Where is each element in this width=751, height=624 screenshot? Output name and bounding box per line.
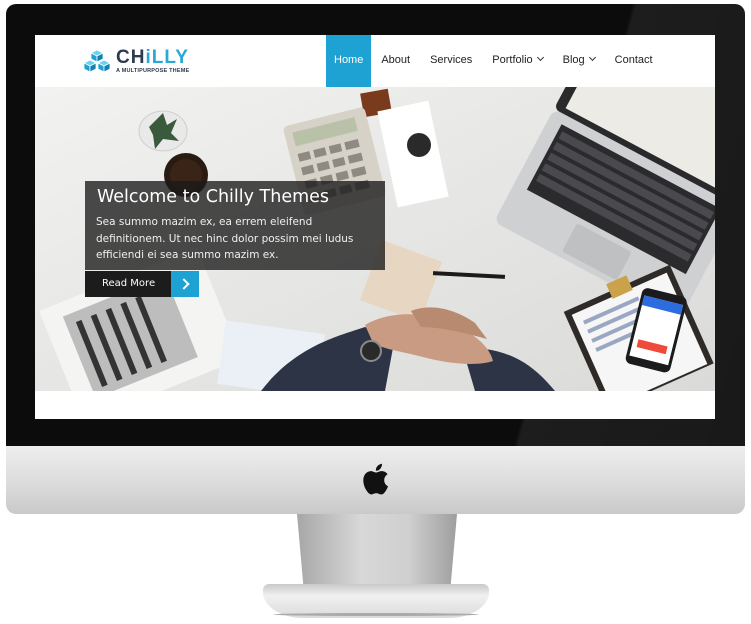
monitor-stand [297, 514, 457, 586]
chevron-down-icon [536, 53, 544, 62]
hero-description: Sea summo mazim ex, ea errem eleifend de… [96, 216, 354, 261]
nav-item-home[interactable]: Home [326, 35, 372, 87]
chevron-down-icon [588, 53, 596, 62]
chevron-right-icon [171, 271, 199, 297]
read-more-label: Read More [102, 278, 156, 289]
nav-item-services[interactable]: Services [420, 35, 482, 87]
monitor-stand-base [263, 584, 489, 618]
nav-item-about[interactable]: About [371, 35, 420, 87]
brand-logo[interactable]: CHiLLY A MULTIPURPOSE THEME [83, 47, 193, 79]
nav-item-contact[interactable]: Contact [605, 35, 663, 87]
apple-logo-icon [363, 463, 388, 495]
brand-tagline: A MULTIPURPOSE THEME [116, 68, 190, 74]
hero-title: Welcome to Chilly Themes [97, 187, 330, 207]
hero-slider: Welcome to Chilly Themes Sea summo mazim… [35, 87, 715, 391]
website-screen: CHiLLY A MULTIPURPOSE THEME Home About S… [35, 35, 715, 419]
hero-caption: Welcome to Chilly Themes Sea summo mazim… [85, 181, 385, 270]
brand-name: CHiLLY [116, 47, 189, 68]
main-menu: Home About Services Portfolio Blog Conta… [326, 35, 663, 87]
site-header: CHiLLY A MULTIPURPOSE THEME Home About S… [35, 35, 715, 87]
nav-item-blog[interactable]: Blog [553, 35, 605, 87]
cubes-logo-icon [83, 49, 111, 73]
read-more-button[interactable]: Read More [85, 271, 199, 297]
nav-item-portfolio[interactable]: Portfolio [482, 35, 552, 87]
